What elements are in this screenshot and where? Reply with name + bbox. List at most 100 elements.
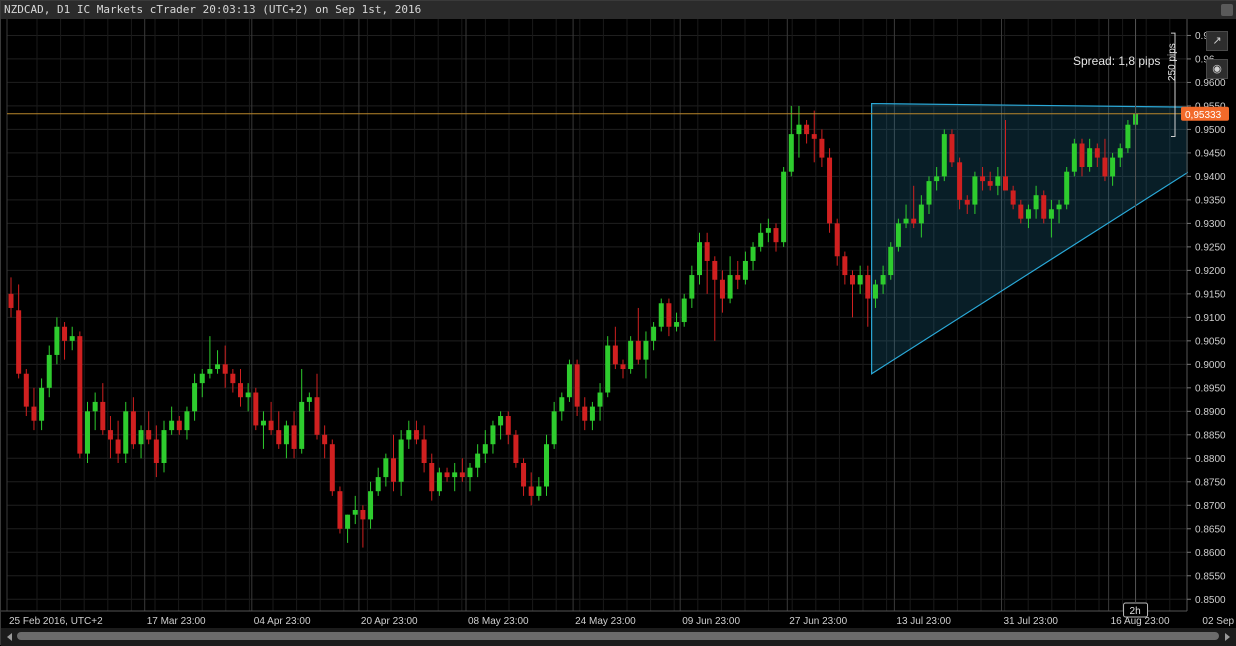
candle-body [260,420,266,426]
candle-body [100,401,106,431]
candle-body [888,246,894,276]
y-tick-label: 0.9500 [1195,125,1226,136]
candle-body [635,340,641,360]
candle-body [85,411,90,454]
candle-body [528,486,534,496]
camera-icon[interactable]: ◉ [1206,59,1228,79]
candle-body [329,444,335,492]
candle-body [566,364,572,398]
candle-body [46,354,52,388]
candle-body [306,397,312,402]
candle-body [482,444,488,454]
y-tick-label: 0.9200 [1195,266,1226,277]
y-tick-label: 0.9300 [1195,219,1226,230]
candle-body [674,322,680,327]
price-tag-label: 0,95333 [1185,110,1222,121]
candle-body [865,275,871,299]
candle-body [406,430,412,440]
candle-body [222,364,228,374]
x-tick-label: 16 Aug 23:00 [1111,616,1170,627]
candle-body [689,275,695,299]
candle-body [582,406,588,421]
x-tick-label: 04 Apr 23:00 [254,616,311,627]
candle-body [69,336,75,341]
candle-body [444,472,450,478]
candle-body [934,176,940,182]
candle-body [765,228,771,233]
candle-body [283,425,289,445]
y-tick-label: 0.8950 [1195,383,1226,394]
candle-body [130,411,136,445]
candle-body [429,463,435,492]
candle-body [788,134,794,172]
candle-body [467,467,473,478]
candle-body [161,430,167,463]
candle-body [253,392,259,426]
y-tick-label: 0.9350 [1195,195,1226,206]
candle-body [459,472,465,478]
candle-body [322,434,328,445]
candle-body [612,345,618,365]
candle-body [245,392,251,398]
external-link-icon[interactable]: ↗ [1206,31,1228,51]
candle-body [1117,148,1123,158]
candle-body [421,439,427,463]
y-tick-label: 0.9150 [1195,289,1226,300]
candle-body [987,181,993,186]
candle-body [360,509,366,520]
candle-body [238,383,243,398]
candle-body [819,138,825,158]
x-tick-label: 02 Sep 05:00 [1202,616,1236,627]
x-tick-label: 08 May 23:00 [468,616,529,627]
candle-body [643,340,649,360]
candle-body [352,509,358,515]
candle-body [1125,124,1131,149]
candle-body [735,275,741,280]
candle-body [758,232,764,247]
candle-body [1003,176,1008,191]
candle-body [727,275,733,299]
candle-body [880,275,886,285]
candle-body [918,204,924,224]
y-tick-label: 0.9400 [1195,172,1226,183]
candle-body [857,275,863,285]
candle-body [628,340,634,370]
candle-body [895,223,901,247]
candle-body [383,458,389,478]
x-tick-label: 25 Feb 2016, UTC+2 [9,616,103,627]
x-tick-label: 31 Jul 23:00 [1004,616,1059,627]
candle-body [16,310,22,374]
candle-body [850,275,855,285]
candle-body [77,336,83,454]
candle-body [980,176,986,182]
candle-body [368,491,374,520]
candle-body [544,444,549,487]
timeframe-badge-label: 2h [1130,606,1141,617]
candle-body [230,373,236,384]
candle-body [597,392,603,407]
candle-body [834,223,840,257]
scroll-left-icon[interactable] [7,633,12,641]
candle-body [1041,195,1047,219]
candle-body [536,486,542,496]
candle-body [551,411,557,445]
y-tick-label: 0.9050 [1195,336,1226,347]
y-tick-label: 0.8700 [1195,501,1226,512]
candle-body [138,430,144,445]
close-icon[interactable] [1221,4,1233,16]
candle-body [559,397,565,412]
scroll-right-icon[interactable] [1225,633,1230,641]
scroll-thumb[interactable] [17,632,1219,640]
candle-body [658,303,664,327]
y-tick-label: 0.9000 [1195,360,1226,371]
y-tick-label: 0.9600 [1195,78,1226,89]
candle-body [92,401,98,412]
candlestick-chart[interactable]: 0.970.960.96000.95500.95000.94500.94000.… [1,19,1236,628]
candle-body [949,134,955,163]
candle-body [903,218,909,224]
x-tick-label: 17 Mar 23:00 [147,616,206,627]
candle-body [207,369,213,374]
candle-body [199,373,205,384]
y-tick-label: 0.8900 [1195,407,1226,418]
candle-body [926,181,932,205]
